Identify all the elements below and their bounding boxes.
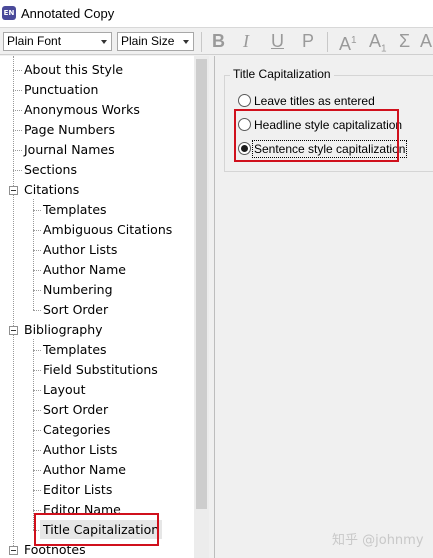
tree-item-bibliography[interactable]: Bibliography [24, 320, 103, 339]
subscript-mark: 1 [381, 43, 387, 55]
superscript-button[interactable]: A1 [339, 30, 357, 54]
tree-branch [33, 390, 41, 391]
underline-button[interactable]: U [271, 30, 284, 52]
superscript-base: A [339, 34, 352, 54]
tree-item-citation-author-lists[interactable]: Author Lists [43, 240, 117, 259]
chevron-down-icon [183, 40, 189, 44]
case-button[interactable]: A [420, 30, 432, 52]
tree-branch [33, 290, 41, 291]
tree-item-citation-templates[interactable]: Templates [43, 200, 107, 219]
scrollbar-thumb[interactable] [196, 59, 207, 509]
font-select-value: Plain Font [7, 34, 62, 48]
tree-branch [33, 450, 41, 451]
tree-item-citation-author-name[interactable]: Author Name [43, 260, 126, 279]
tree-item-bibliography-author-name[interactable]: Author Name [43, 460, 126, 479]
window-title: Annotated Copy [21, 6, 115, 21]
tree-item-numbering[interactable]: Numbering [43, 280, 113, 299]
tree-branch [33, 250, 41, 251]
tree-item-layout[interactable]: Layout [43, 380, 86, 399]
group-title: Title Capitalization [230, 67, 334, 81]
app-logo-icon: EN [2, 6, 16, 20]
tree-branch [33, 270, 41, 271]
tree-item-bibliography-sort-order[interactable]: Sort Order [43, 400, 108, 419]
collapse-footnotes-icon[interactable] [9, 546, 18, 555]
tree-branch [13, 130, 22, 131]
italic-button[interactable]: I [243, 30, 249, 52]
tree-branch [33, 370, 41, 371]
style-section-tree: About this Style Punctuation Anonymous W… [0, 56, 194, 558]
format-toolbar: Plain Font Plain Size B I U P A1 A1 Σ A [0, 28, 433, 55]
tree-item-about-this-style[interactable]: About this Style [24, 60, 123, 79]
title-bar: EN Annotated Copy [0, 0, 433, 28]
watermark-text: 知乎 @johnmy [332, 533, 424, 548]
radio-button[interactable] [238, 94, 251, 107]
tree-item-anonymous-works[interactable]: Anonymous Works [24, 100, 140, 119]
tree-branch [33, 510, 41, 511]
toolbar-divider [201, 32, 202, 52]
tree-branch [33, 210, 41, 211]
tree-item-citations[interactable]: Citations [24, 180, 79, 199]
tree-branch [33, 310, 41, 311]
tree-guide-line [33, 199, 34, 310]
tree-guide-line [33, 339, 34, 530]
tree-branch [13, 90, 22, 91]
tree-branch [33, 470, 41, 471]
tree-scrollbar[interactable] [194, 56, 209, 558]
plain-button[interactable]: P [302, 30, 314, 52]
font-select[interactable]: Plain Font [3, 32, 112, 51]
chevron-down-icon [101, 40, 107, 44]
tree-branch [33, 430, 41, 431]
tree-item-categories[interactable]: Categories [43, 420, 110, 439]
tree-item-editor-lists[interactable]: Editor Lists [43, 480, 112, 499]
subscript-button[interactable]: A1 [369, 30, 387, 55]
tree-branch [33, 350, 41, 351]
option-label: Leave titles as entered [254, 94, 375, 108]
superscript-mark: 1 [351, 35, 357, 46]
tree-branch [13, 170, 22, 171]
tree-item-journal-names[interactable]: Journal Names [24, 140, 115, 159]
subscript-base: A [369, 31, 382, 51]
symbol-button[interactable]: Σ [399, 30, 410, 52]
tree-item-bibliography-author-lists[interactable]: Author Lists [43, 440, 117, 459]
tree-branch [33, 230, 41, 231]
size-select[interactable]: Plain Size [117, 32, 194, 51]
tree-item-punctuation[interactable]: Punctuation [24, 80, 98, 99]
tree-item-field-substitutions[interactable]: Field Substitutions [43, 360, 158, 379]
tree-item-sections[interactable]: Sections [24, 160, 77, 179]
tree-item-citation-sort-order[interactable]: Sort Order [43, 300, 108, 319]
toolbar-divider [327, 32, 328, 52]
tree-branch [13, 70, 22, 71]
tree-branch [13, 150, 22, 151]
collapse-citations-icon[interactable] [9, 186, 18, 195]
tree-item-page-numbers[interactable]: Page Numbers [24, 120, 115, 139]
tree-branch [33, 490, 41, 491]
tree-branch [13, 110, 22, 111]
tree-item-bibliography-templates[interactable]: Templates [43, 340, 107, 359]
tree-item-ambiguous-citations[interactable]: Ambiguous Citations [43, 220, 172, 239]
size-select-value: Plain Size [121, 34, 175, 48]
tree-branch [33, 410, 41, 411]
highlight-box-options [234, 109, 399, 162]
collapse-bibliography-icon[interactable] [9, 326, 18, 335]
bold-button[interactable]: B [212, 30, 225, 52]
highlight-box-tree-selection [34, 513, 159, 546]
